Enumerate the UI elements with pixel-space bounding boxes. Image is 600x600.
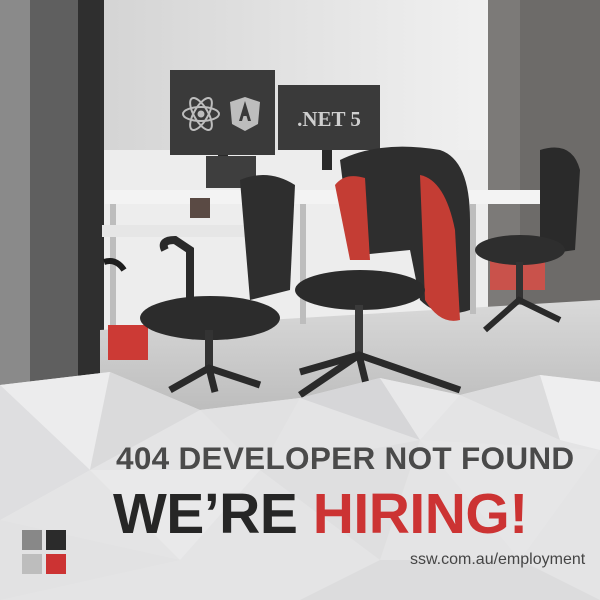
employment-url[interactable]: ssw.com.au/employment [410, 551, 585, 569]
logo-tile-4 [46, 554, 66, 574]
headline-404: 404 DEVELOPER NOT FOUND [116, 440, 575, 476]
hiring-banner-part2: HIRING! [312, 482, 528, 546]
red-bin [108, 325, 148, 360]
logo-tile-2 [46, 530, 66, 550]
hiring-poster: .NET 5 404 DEVELOPER NOT FOUND WE’RE HIR… [0, 0, 600, 600]
hiring-banner: WE’RE HIRING! [113, 486, 528, 543]
ssw-logo-icon [22, 530, 66, 574]
logo-tile-1 [22, 530, 42, 550]
logo-tile-3 [22, 554, 42, 574]
desk [105, 190, 545, 204]
hiring-banner-part1: WE’RE [113, 482, 313, 546]
dotnet-label: .NET 5 [297, 107, 361, 131]
